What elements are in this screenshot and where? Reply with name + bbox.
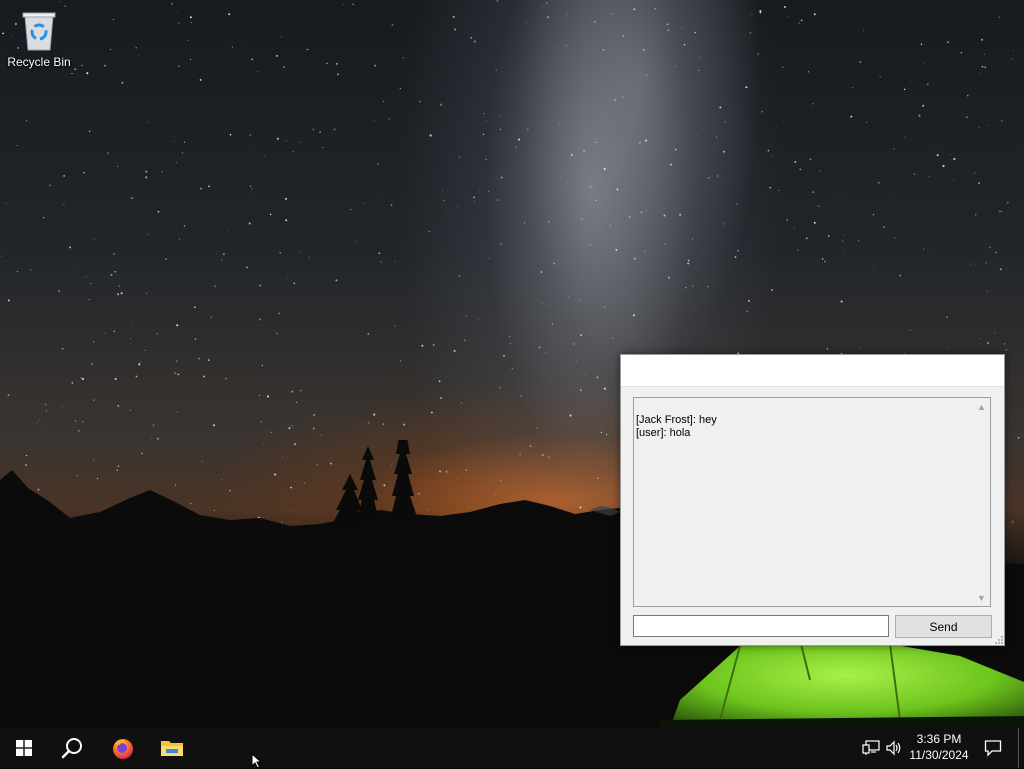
chat-log-scrollbar[interactable]: ▲ ▼ (973, 398, 990, 606)
notification-icon (984, 740, 1002, 757)
clock-time: 3:36 PM (916, 732, 962, 746)
show-desktop-button[interactable] (1018, 728, 1024, 768)
tray-network[interactable] (861, 738, 881, 758)
search-button[interactable] (48, 728, 96, 768)
recycle-bin-label: Recycle Bin (7, 55, 71, 69)
taskbar: 3:36 PM 11/30/2024 (0, 728, 1024, 768)
clock-date: 11/30/2024 (909, 748, 969, 762)
search-icon (61, 738, 82, 759)
recycle-bin-icon (22, 12, 56, 51)
network-icon (862, 740, 880, 755)
start-button[interactable] (0, 728, 48, 768)
tray-clock[interactable]: 3:36 PM 11/30/2024 (904, 731, 974, 765)
firefox-icon (113, 739, 133, 759)
chat-messages: [Jack Frost]: hey [user]: hola (636, 414, 970, 440)
volume-icon (886, 740, 901, 756)
chat-message: [Jack Frost]: hey (636, 414, 717, 426)
taskbar-file-explorer[interactable] (148, 728, 196, 768)
folder-icon (161, 741, 183, 756)
chat-message: [user]: hola (636, 427, 691, 439)
mouse-cursor-icon (251, 753, 263, 769)
action-center-button[interactable] (978, 728, 1008, 768)
recycle-bin-shortcut[interactable]: Recycle Bin (4, 8, 74, 74)
taskbar-firefox[interactable] (99, 728, 147, 768)
tray-volume[interactable] (884, 738, 904, 758)
scroll-up-icon[interactable]: ▲ (973, 398, 990, 415)
windows-logo-icon (16, 740, 32, 756)
scroll-down-icon[interactable]: ▼ (973, 589, 990, 606)
chat-window[interactable]: [Jack Frost]: hey [user]: hola ▲ ▼ Send (620, 354, 1005, 646)
send-button[interactable]: Send (895, 615, 992, 638)
window-titlebar[interactable] (621, 355, 1004, 387)
resize-grip-icon[interactable] (993, 634, 1003, 644)
message-input[interactable] (633, 615, 889, 637)
chat-log[interactable]: [Jack Frost]: hey [user]: hola ▲ ▼ (633, 397, 991, 607)
